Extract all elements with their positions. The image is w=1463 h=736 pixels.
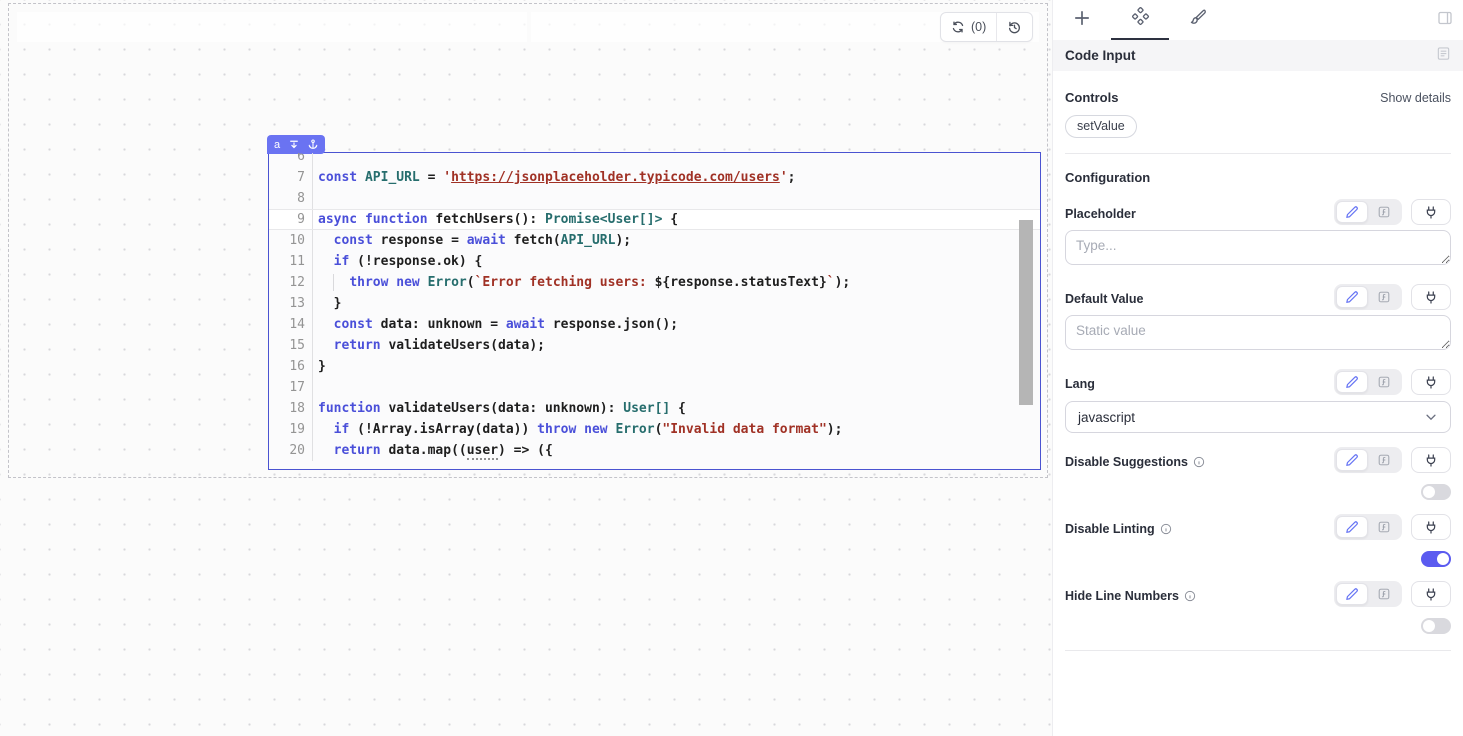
connect-data-button[interactable] — [1411, 514, 1451, 540]
code-line: 12 throw new Error(`Error fetching users… — [269, 272, 1040, 293]
configuration-title: Configuration — [1065, 170, 1451, 185]
field-label: Placeholder — [1065, 207, 1136, 221]
edit-mode-button[interactable] — [1336, 201, 1368, 223]
show-details-link[interactable]: Show details — [1380, 91, 1451, 105]
field-placeholder: Placeholder — [1065, 199, 1451, 270]
code-line: 7const API_URL = 'https://jsonplaceholde… — [269, 167, 1040, 188]
widgets-icon — [1131, 7, 1150, 31]
disable-linting-toggle[interactable] — [1421, 551, 1451, 567]
connect-data-button[interactable] — [1411, 581, 1451, 607]
field-disable-suggestions: Disable Suggestions — [1065, 447, 1451, 500]
divider — [1065, 153, 1451, 154]
history-icon — [1007, 20, 1022, 35]
controls-section: Controls Show details setValue — [1053, 90, 1463, 154]
code-line: 20 return data.map((user) => ({ — [269, 440, 1040, 461]
paintbrush-icon — [1189, 8, 1208, 32]
widget-header: Code Input — [1053, 40, 1463, 71]
code-line: 6 — [269, 153, 1040, 167]
edit-mode-button[interactable] — [1336, 449, 1368, 471]
panel-tabs — [1053, 0, 1463, 40]
connect-data-button[interactable] — [1411, 369, 1451, 395]
widget-name-badge[interactable]: a — [267, 135, 325, 154]
connect-data-button[interactable] — [1411, 447, 1451, 473]
widget-title: Code Input — [1065, 48, 1136, 63]
code-input-widget[interactable]: a 67const API_URL = 'https://jsonplaceho… — [268, 152, 1041, 470]
code-line: 19 if (!Array.isArray(data)) throw new E… — [269, 419, 1040, 440]
ghost-widget-slot — [17, 12, 527, 42]
code-line: 18function validateUsers(data: unknown):… — [269, 398, 1040, 419]
configuration-section: Configuration Placeholder — [1053, 170, 1463, 651]
code-line: 11 if (!response.ok) { — [269, 251, 1040, 272]
controls-title: Controls — [1065, 90, 1118, 105]
refresh-icon — [951, 20, 965, 34]
js-mode-button[interactable] — [1368, 371, 1400, 393]
lang-select-value: javascript — [1078, 410, 1135, 425]
info-icon — [1193, 456, 1205, 468]
divider — [1065, 650, 1451, 651]
code-lines: 67const API_URL = 'https://jsonplacehold… — [269, 153, 1040, 461]
code-editor[interactable]: 67const API_URL = 'https://jsonplacehold… — [269, 153, 1040, 469]
widget-name-label: a — [274, 139, 280, 151]
info-icon — [1184, 590, 1196, 602]
disable-suggestions-toggle[interactable] — [1421, 484, 1451, 500]
editor-canvas[interactable]: (0) a — [0, 0, 1052, 736]
insert-below-icon[interactable] — [289, 140, 299, 150]
edit-mode-button[interactable] — [1336, 516, 1368, 538]
canvas-toolbar: (0) — [940, 12, 1033, 42]
field-default-value: Default Value — [1065, 284, 1451, 355]
code-line: 16} — [269, 356, 1040, 377]
collapse-panel-icon[interactable] — [1437, 10, 1453, 31]
edit-mode-button[interactable] — [1336, 371, 1368, 393]
edit-mode-button[interactable] — [1336, 286, 1368, 308]
code-line: 8 — [269, 188, 1040, 209]
field-label: Default Value — [1065, 292, 1144, 306]
field-label: Disable Suggestions — [1065, 455, 1188, 469]
property-panel: Code Input Controls Show details setValu… — [1052, 0, 1463, 736]
plus-icon — [1073, 9, 1091, 32]
js-mode-button[interactable] — [1368, 286, 1400, 308]
binding-mode-segment — [1334, 199, 1402, 225]
connect-data-button[interactable] — [1411, 284, 1451, 310]
placeholder-input[interactable] — [1065, 230, 1451, 265]
binding-mode-segment — [1334, 514, 1402, 540]
refresh-count-label: (0) — [971, 20, 986, 34]
code-line: 17 — [269, 377, 1040, 398]
editor-scrollbar[interactable] — [1019, 220, 1033, 405]
hide-line-numbers-toggle[interactable] — [1421, 618, 1451, 634]
info-icon — [1160, 523, 1172, 535]
tab-widget-properties[interactable] — [1111, 0, 1169, 40]
history-button[interactable] — [997, 13, 1032, 41]
binding-mode-segment — [1334, 447, 1402, 473]
connect-data-button[interactable] — [1411, 199, 1451, 225]
js-mode-button[interactable] — [1368, 201, 1400, 223]
tab-add[interactable] — [1053, 0, 1111, 40]
anchor-icon[interactable] — [308, 139, 318, 150]
binding-mode-segment — [1334, 369, 1402, 395]
setvalue-button[interactable]: setValue — [1065, 115, 1137, 138]
lang-select[interactable]: javascript — [1065, 401, 1451, 433]
code-line: 9async function fetchUsers(): Promise<Us… — [269, 209, 1040, 230]
field-hide-line-numbers: Hide Line Numbers — [1065, 581, 1451, 634]
field-label: Disable Linting — [1065, 522, 1155, 536]
refresh-count-button[interactable]: (0) — [941, 13, 996, 41]
app-window: (0) a — [0, 0, 1463, 736]
field-disable-linting: Disable Linting — [1065, 514, 1451, 567]
js-mode-button[interactable] — [1368, 583, 1400, 605]
field-label: Hide Line Numbers — [1065, 589, 1179, 603]
code-line: 15 return validateUsers(data); — [269, 335, 1040, 356]
default-value-input[interactable] — [1065, 315, 1451, 350]
binding-mode-segment — [1334, 581, 1402, 607]
field-label: Lang — [1065, 377, 1095, 391]
field-lang: Lang javascript — [1065, 369, 1451, 433]
binding-mode-segment — [1334, 284, 1402, 310]
docs-icon[interactable] — [1436, 46, 1451, 66]
js-mode-button[interactable] — [1368, 449, 1400, 471]
js-mode-button[interactable] — [1368, 516, 1400, 538]
edit-mode-button[interactable] — [1336, 583, 1368, 605]
chevron-down-icon — [1424, 410, 1438, 424]
tab-style[interactable] — [1169, 0, 1227, 40]
code-line: 14 const data: unknown = await response.… — [269, 314, 1040, 335]
code-line: 13 } — [269, 293, 1040, 314]
code-line: 10 const response = await fetch(API_URL)… — [269, 230, 1040, 251]
